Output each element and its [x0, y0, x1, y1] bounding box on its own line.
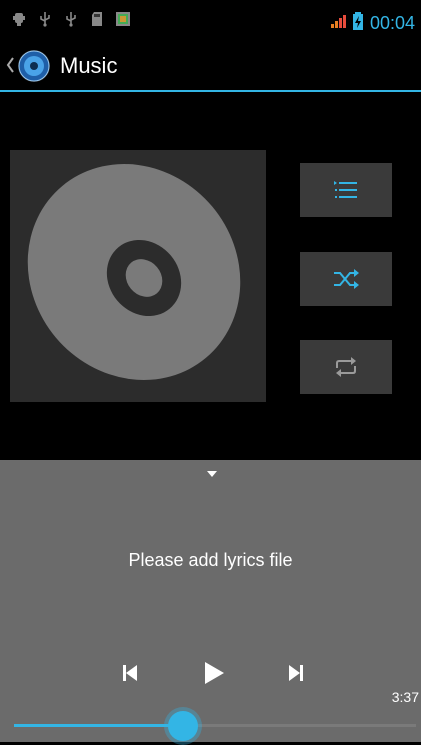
usb-debug-icon — [12, 10, 26, 28]
seek-thumb[interactable] — [167, 711, 198, 741]
disc-icon — [27, 164, 241, 380]
repeat-button[interactable] — [300, 340, 392, 394]
battery-charging-icon — [352, 12, 364, 35]
page-title: Music — [60, 53, 118, 78]
status-bar: 00:04 — [0, 0, 421, 40]
playlist-button[interactable] — [300, 163, 392, 217]
usb-icon — [64, 10, 78, 28]
repeat-icon — [336, 357, 356, 377]
gallery-icon — [116, 10, 130, 28]
lyrics-message: Please add lyrics file — [128, 550, 293, 570]
playlist-icon — [334, 181, 357, 198]
chevron-left-icon[interactable] — [6, 57, 14, 78]
previous-button[interactable] — [110, 658, 150, 688]
now-playing-panel: Please add lyrics file 3:37 — [0, 460, 421, 745]
sd-card-icon — [90, 10, 104, 28]
next-button[interactable] — [276, 658, 316, 688]
clock: 00:04 — [369, 13, 415, 33]
seek-bar[interactable] — [14, 707, 416, 745]
play-icon — [205, 662, 224, 684]
status-right: 00:04 — [330, 12, 415, 35]
shuffle-icon — [334, 269, 359, 289]
play-button[interactable] — [194, 658, 234, 688]
shuffle-button[interactable] — [300, 252, 392, 306]
action-bar: Music — [0, 40, 421, 92]
track-duration: 3:37 — [391, 689, 419, 705]
previous-icon — [123, 665, 137, 681]
signal-icon — [330, 13, 346, 34]
usb-icon — [38, 10, 52, 28]
next-icon — [289, 665, 303, 681]
collapse-arrow-icon[interactable] — [207, 464, 217, 482]
album-art — [10, 150, 266, 402]
seek-progress — [14, 724, 183, 727]
notification-icons — [12, 10, 130, 28]
music-app-icon[interactable] — [18, 50, 50, 82]
